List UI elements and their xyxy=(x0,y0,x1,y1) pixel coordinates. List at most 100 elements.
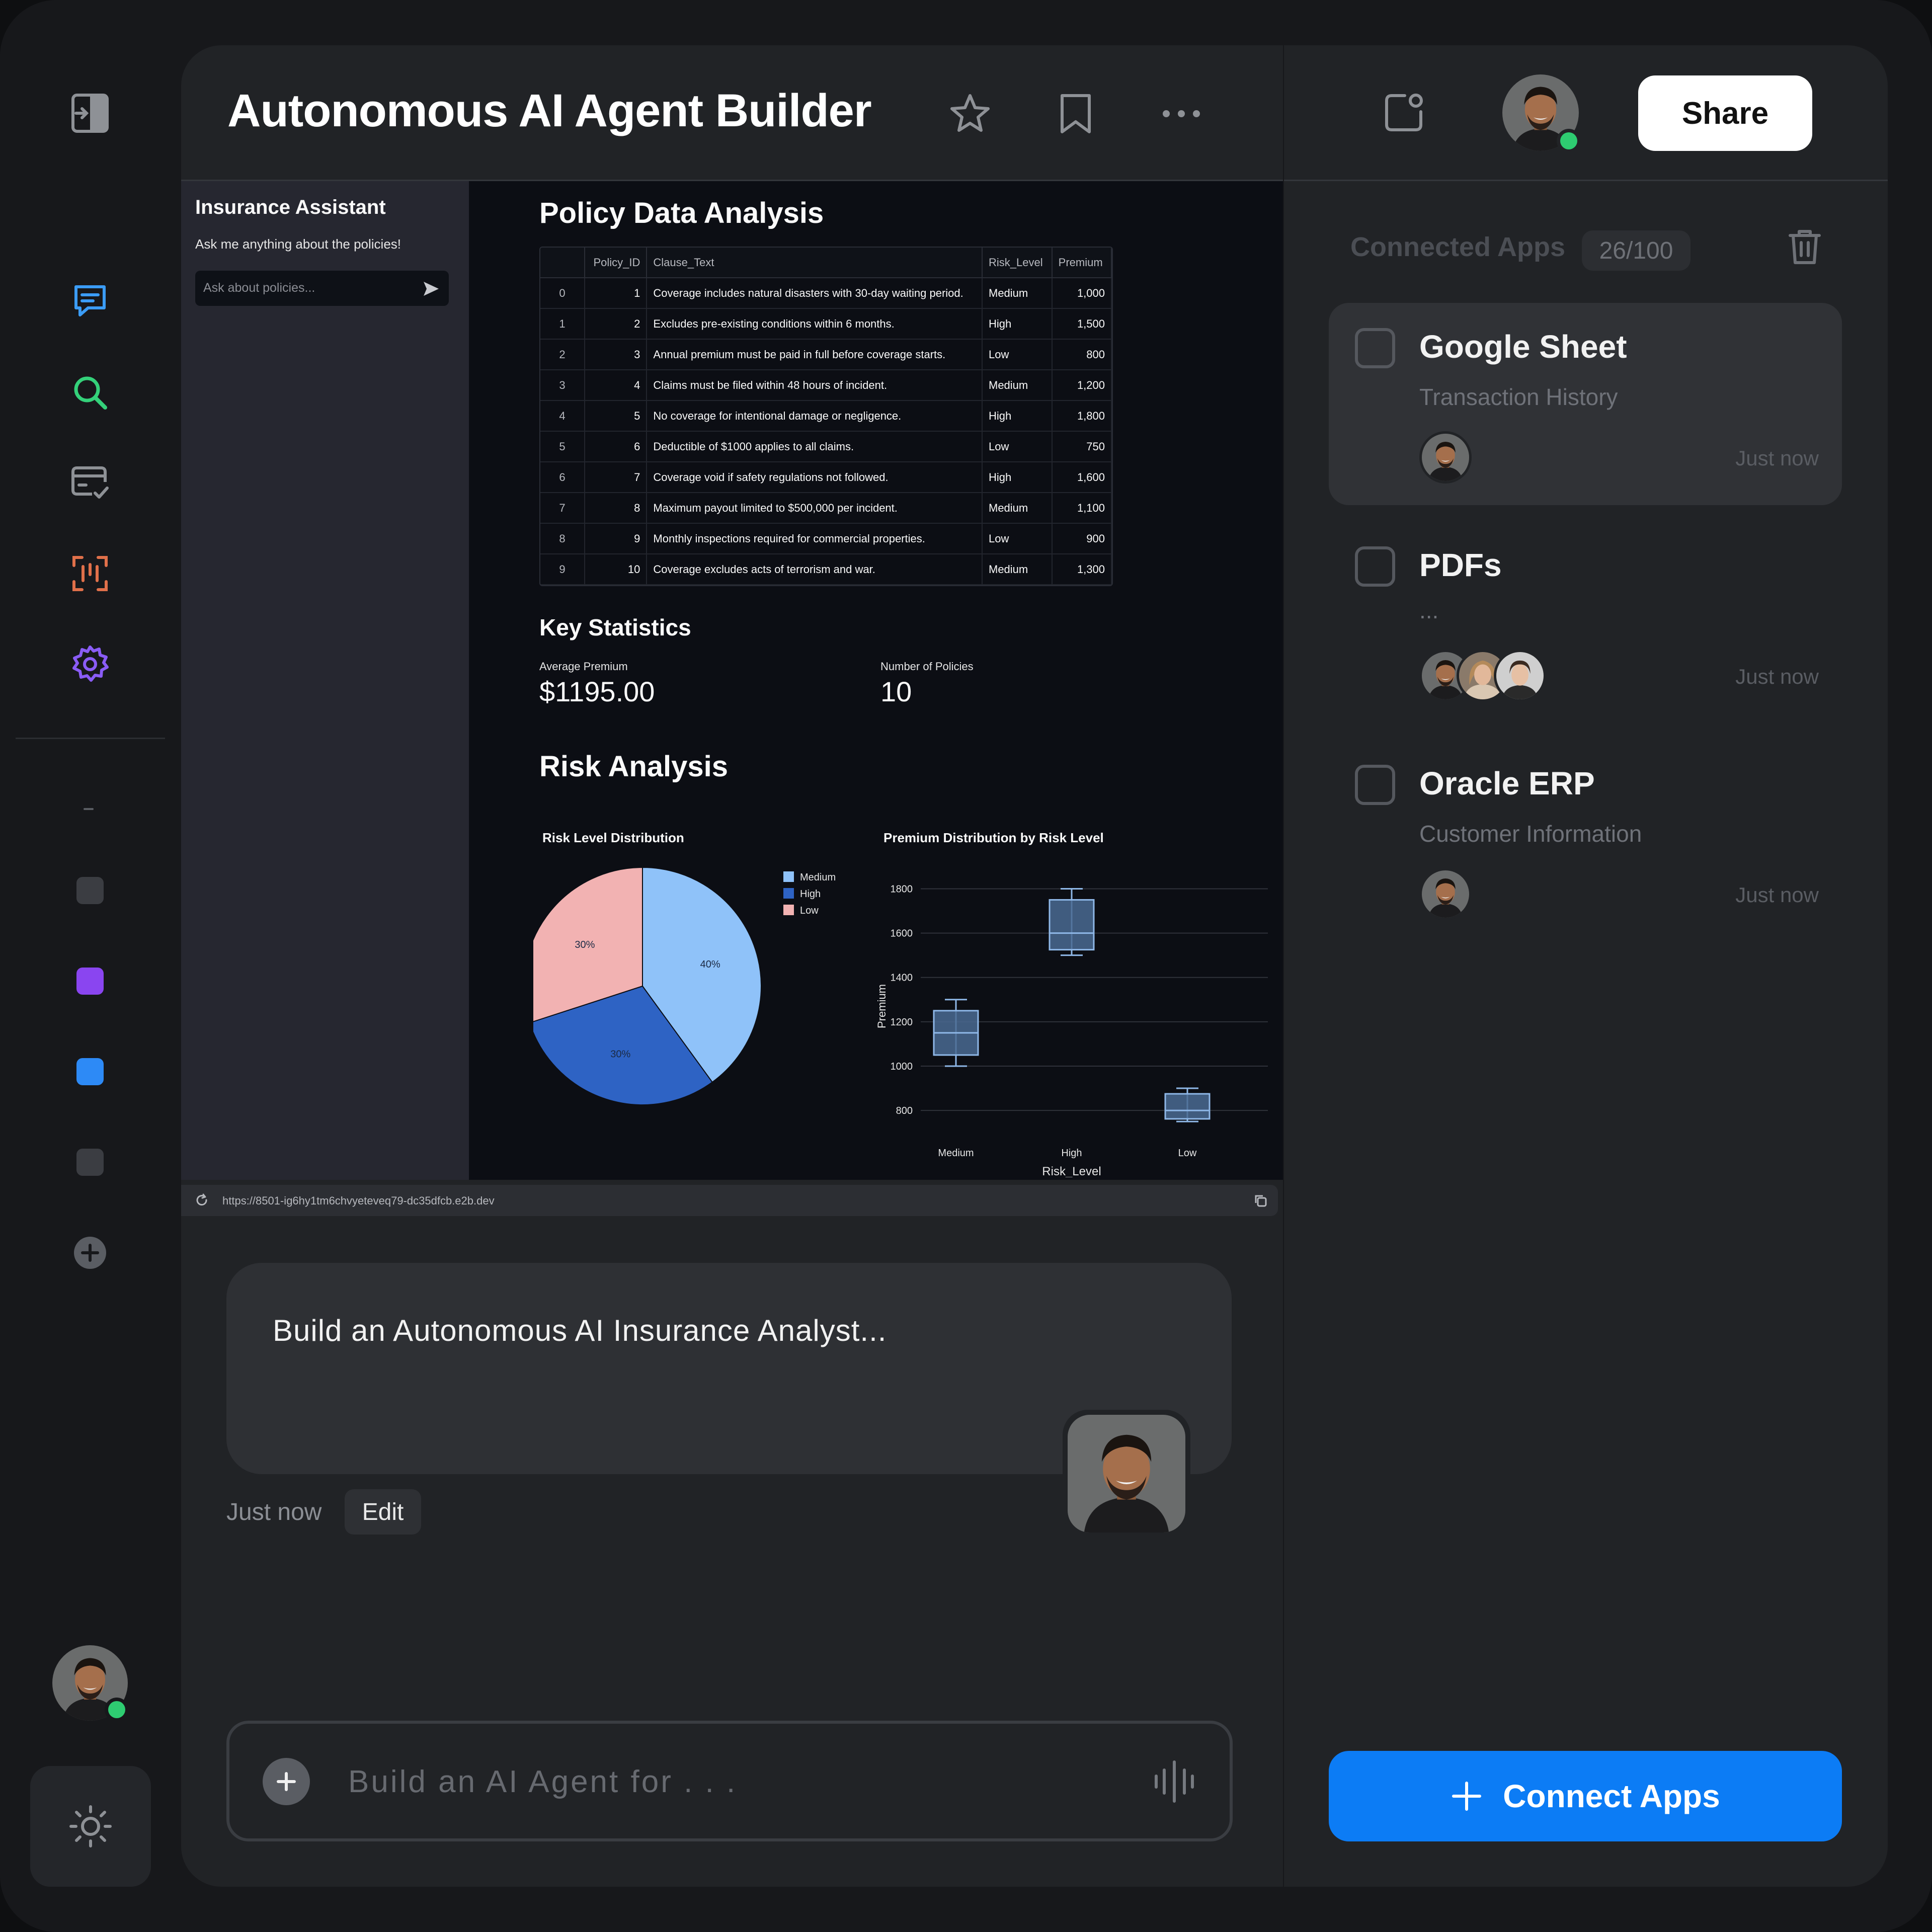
table-row: 5 6 Deductible of $1000 applies to all cla… xyxy=(540,431,1112,462)
avatar[interactable] xyxy=(52,1645,129,1722)
table-cell: High xyxy=(982,462,1053,493)
connect-apps-button[interactable]: Connect Apps xyxy=(1329,1751,1842,1841)
table-row: 0 1 Coverage includes natural disasters wi… xyxy=(540,278,1112,309)
workspace-gray-2[interactable] xyxy=(76,1149,104,1176)
policy-question-input[interactable]: Ask about policies... xyxy=(195,271,449,306)
theme-toggle-button[interactable] xyxy=(30,1766,151,1887)
table-cell: 4 xyxy=(585,370,648,401)
bookmark-icon[interactable] xyxy=(1052,90,1100,138)
copy-icon[interactable] xyxy=(1253,1193,1268,1208)
reload-icon[interactable] xyxy=(194,1193,209,1208)
table-cell: Annual premium must be paid in full befo… xyxy=(647,339,983,370)
more-options-icon[interactable] xyxy=(1157,90,1205,138)
table-cell: High xyxy=(982,400,1053,432)
policy-table: Policy_ID Clause_Text Risk_Level Premium 01… xyxy=(539,247,1113,586)
pie-chart-title: Risk Level Distribution xyxy=(542,830,684,845)
table-header-cell[interactable]: Clause_Text xyxy=(647,248,983,278)
table-cell: 7 xyxy=(585,462,648,493)
voice-waveform-icon[interactable] xyxy=(1153,1758,1195,1805)
section-stats-title: Key Statistics xyxy=(539,614,691,640)
settings-gear-icon[interactable] xyxy=(70,644,110,684)
left-rail xyxy=(0,0,181,1932)
new-note-icon[interactable] xyxy=(1383,92,1425,134)
table-cell: 5 xyxy=(585,400,648,432)
y-tick-label: 1200 xyxy=(891,1017,913,1028)
app-card-pdfs[interactable]: PDFs ... Just now xyxy=(1329,521,1842,723)
table-cell: Coverage void if safety regulations not … xyxy=(647,462,983,493)
y-tick-label: 1000 xyxy=(891,1061,913,1072)
avatar[interactable] xyxy=(1501,73,1587,159)
table-cell: Deductible of $1000 applies to all claim… xyxy=(647,431,983,462)
table-cell: No coverage for intentional damage or ne… xyxy=(647,400,983,432)
app-name: Google Sheet xyxy=(1419,329,1627,365)
stat-label-average-premium: Average Premium xyxy=(539,660,628,673)
table-cell: 6 xyxy=(585,431,648,462)
legend-label: Low xyxy=(800,905,819,916)
table-cell: 900 xyxy=(1052,523,1112,554)
right-header: Share xyxy=(1284,45,1888,181)
connected-apps-title: Connected Apps xyxy=(1350,232,1566,262)
url-bar[interactable]: https://8501-ig6hy1tm6chvyeteveq79-dc35d… xyxy=(181,1185,1278,1216)
chat-icon[interactable] xyxy=(70,281,110,321)
app-window: Autonomous AI Agent Builder Insurance As… xyxy=(0,0,1932,1932)
search-icon[interactable] xyxy=(70,372,110,413)
table-cell: 3 xyxy=(585,339,648,370)
app-card-google-sheet[interactable]: Google Sheet Transaction History Just no… xyxy=(1329,303,1842,505)
send-icon[interactable] xyxy=(423,281,440,297)
table-cell: Medium xyxy=(982,554,1053,585)
workspace-blue[interactable] xyxy=(76,1058,104,1085)
table-cell: 5 xyxy=(540,431,585,462)
avatar xyxy=(1419,868,1472,920)
star-icon[interactable] xyxy=(946,90,994,138)
scan-icon[interactable] xyxy=(70,553,110,594)
table-cell: Low xyxy=(982,339,1053,370)
table-cell: Medium xyxy=(982,278,1053,309)
stat-value-average-premium: $1195.00 xyxy=(539,676,655,707)
table-cell: Medium xyxy=(982,370,1053,401)
legend-swatch xyxy=(783,871,794,882)
prompt-input[interactable]: Build an AI Agent for . . . xyxy=(226,1721,1233,1841)
y-tick-label: 1800 xyxy=(891,883,913,895)
sun-icon xyxy=(69,1805,112,1847)
table-cell: Medium xyxy=(982,493,1053,524)
table-row: 8 9 Monthly inspections required for comme… xyxy=(540,523,1112,554)
plus-icon xyxy=(1451,1780,1483,1812)
workspace-gray-1[interactable] xyxy=(76,877,104,904)
app-card-oracle-erp[interactable]: Oracle ERP Customer Information Just now xyxy=(1329,740,1842,942)
table-header-cell[interactable]: Risk_Level xyxy=(982,248,1053,278)
workspace-purple[interactable] xyxy=(76,968,104,995)
app-checkbox[interactable] xyxy=(1355,328,1395,368)
collapse-dash xyxy=(84,808,94,810)
y-tick-label: 800 xyxy=(896,1105,913,1116)
table-cell: Excludes pre-existing conditions within … xyxy=(647,308,983,340)
share-button[interactable]: Share xyxy=(1638,75,1812,151)
x-tick-label: Medium xyxy=(938,1148,974,1159)
edit-button[interactable]: Edit xyxy=(345,1489,421,1535)
table-cell: 6 xyxy=(540,462,585,493)
table-cell: 2 xyxy=(540,339,585,370)
table-cell: 1 xyxy=(585,278,648,309)
table-row: 6 7 Coverage void if safety regulations no… xyxy=(540,462,1112,493)
trash-icon[interactable] xyxy=(1787,227,1822,266)
app-checkbox[interactable] xyxy=(1355,765,1395,805)
table-cell: 1,800 xyxy=(1052,400,1112,432)
add-workspace-icon[interactable] xyxy=(70,1233,110,1273)
url-text: https://8501-ig6hy1tm6chvyeteveq79-dc35d… xyxy=(222,1194,495,1207)
table-cell: Low xyxy=(982,431,1053,462)
attach-plus-button[interactable] xyxy=(263,1758,310,1805)
table-cell: Low xyxy=(982,523,1053,554)
app-checkbox[interactable] xyxy=(1355,546,1395,587)
table-cell: 1,200 xyxy=(1052,370,1112,401)
app-name: PDFs xyxy=(1419,547,1502,583)
connected-apps-panel: Share Connected Apps 26/100 Google Sheet… xyxy=(1284,45,1888,1887)
app-name: Oracle ERP xyxy=(1419,765,1595,801)
table-header-cell[interactable] xyxy=(540,248,585,278)
table-row: 7 8 Maximum payout limited to $500,000 per… xyxy=(540,493,1112,524)
table-header-cell[interactable]: Policy_ID xyxy=(585,248,648,278)
card-check-icon[interactable] xyxy=(70,463,110,503)
pie-slice-label: 30% xyxy=(610,1049,630,1060)
plus-icon xyxy=(277,1772,296,1791)
sidebar-toggle-icon[interactable] xyxy=(70,93,110,133)
x-tick-label: High xyxy=(1061,1148,1082,1159)
table-header-cell[interactable]: Premium xyxy=(1052,248,1112,278)
